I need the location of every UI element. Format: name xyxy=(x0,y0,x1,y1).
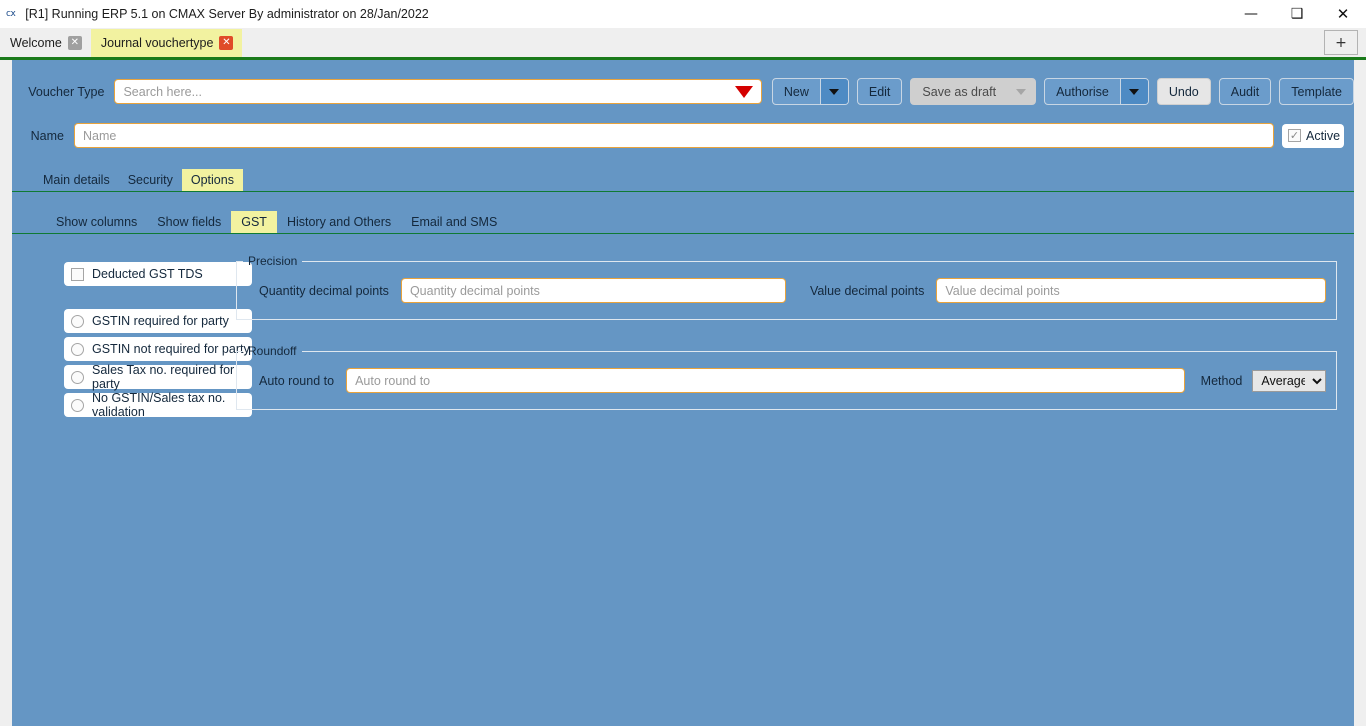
no-validation-label: No GSTIN/Sales tax no. validation xyxy=(92,391,226,419)
radio-icon[interactable] xyxy=(71,398,84,412)
roundoff-legend: Roundoff xyxy=(248,344,297,358)
minimize-icon[interactable]: — xyxy=(1228,0,1274,28)
active-toggle[interactable]: ✓ Active xyxy=(1282,123,1344,148)
edit-button-label: Edit xyxy=(868,84,891,99)
gstin-required-label: GSTIN required for party xyxy=(92,314,229,328)
save-as-draft-dropdown-toggle xyxy=(1007,79,1036,104)
edit-button[interactable]: Edit xyxy=(856,78,903,105)
authorise-button-label: Authorise xyxy=(1056,84,1109,99)
precision-fieldset: Precision Quantity decimal points Value … xyxy=(236,254,1338,320)
tab-show-columns[interactable]: Show columns xyxy=(46,211,147,234)
gst-fieldsets: Precision Quantity decimal points Value … xyxy=(236,254,1351,434)
primary-tabs: Main details Security Options xyxy=(12,164,1354,192)
new-button[interactable]: New xyxy=(771,78,849,105)
undo-button[interactable]: Undo xyxy=(1156,78,1211,105)
tab-journal-vouchertype-close-icon[interactable]: ✕ xyxy=(219,36,234,50)
chevron-down-icon xyxy=(1129,88,1140,95)
name-label: Name xyxy=(30,128,64,143)
sales-tax-required-label: Sales Tax no. required for party xyxy=(92,363,235,391)
secondary-tabs: Show columns Show fields GST History and… xyxy=(12,206,1354,234)
auto-round-to-input[interactable] xyxy=(347,373,1184,388)
gstin-not-required-label: GSTIN not required for party xyxy=(92,342,250,356)
radio-icon[interactable] xyxy=(71,370,84,384)
deducted-gst-tds-label: Deducted GST TDS xyxy=(92,267,203,281)
no-validation-option[interactable]: No GSTIN/Sales tax no. validation xyxy=(64,391,252,419)
gstin-not-required-option[interactable]: GSTIN not required for party xyxy=(64,337,252,361)
roundoff-row: Auto round to Method Average xyxy=(237,358,1336,393)
chevron-down-icon xyxy=(829,88,840,95)
tab-journal-vouchertype[interactable]: Journal vouchertype ✕ xyxy=(90,29,243,57)
active-checkbox-icon[interactable]: ✓ xyxy=(1288,129,1301,142)
radio-icon[interactable] xyxy=(71,314,84,328)
method-label: Method xyxy=(1200,373,1243,388)
tab-welcome[interactable]: Welcome ✕ xyxy=(0,29,91,57)
application-body: Voucher Type New Edit Save as draft xyxy=(0,60,1366,726)
gst-tab-content: Deducted GST TDS GSTIN required for part… xyxy=(12,234,1354,434)
precision-row: Quantity decimal points Value decimal po… xyxy=(237,268,1336,303)
voucher-type-search-input[interactable] xyxy=(115,84,761,99)
active-label: Active xyxy=(1306,128,1341,143)
tab-security[interactable]: Security xyxy=(119,169,182,192)
quantity-decimal-points-label: Quantity decimal points xyxy=(259,283,389,298)
window-title: [R1] Running ERP 5.1 on CMAX Server By a… xyxy=(25,7,429,21)
tab-email-and-sms[interactable]: Email and SMS xyxy=(401,211,507,234)
template-button-label: Template xyxy=(1291,84,1342,99)
save-as-draft-button: Save as draft xyxy=(910,78,1037,105)
app-logo-icon: cx xyxy=(6,9,16,19)
new-button-label: New xyxy=(783,84,809,99)
sales-tax-required-option[interactable]: Sales Tax no. required for party xyxy=(64,363,252,391)
chevron-down-icon xyxy=(1016,88,1027,95)
name-input[interactable] xyxy=(75,128,1273,143)
radio-icon[interactable] xyxy=(71,342,84,356)
window-titlebar: cx [R1] Running ERP 5.1 on CMAX Server B… xyxy=(0,0,1366,28)
maximize-restore-icon[interactable]: ❑ xyxy=(1274,0,1320,28)
authorise-dropdown-toggle[interactable] xyxy=(1119,79,1148,104)
new-tab-button[interactable]: + xyxy=(1324,30,1358,55)
undo-button-label: Undo xyxy=(1168,84,1199,99)
tab-show-fields[interactable]: Show fields xyxy=(147,211,231,234)
audit-button-label: Audit xyxy=(1230,84,1260,99)
record-toolbar: New Edit Save as draft Authorise Undo Au… xyxy=(771,78,1354,105)
precision-legend: Precision xyxy=(248,254,298,268)
window-controls: — ❑ ✕ xyxy=(1228,0,1366,28)
name-field-box[interactable] xyxy=(74,123,1274,148)
template-button[interactable]: Template xyxy=(1279,78,1354,105)
method-select[interactable]: Average xyxy=(1252,369,1327,392)
tab-journal-vouchertype-label: Journal vouchertype xyxy=(100,36,214,50)
new-dropdown-toggle[interactable] xyxy=(819,79,848,104)
roundoff-fieldset: Roundoff Auto round to Method Average xyxy=(236,344,1338,410)
checkbox-icon[interactable] xyxy=(71,267,84,281)
voucher-type-search-box[interactable] xyxy=(114,79,762,104)
gst-options-column: Deducted GST TDS GSTIN required for part… xyxy=(24,254,252,434)
tab-gst[interactable]: GST xyxy=(231,210,277,233)
quantity-decimal-points-input[interactable] xyxy=(401,283,785,298)
authorise-button[interactable]: Authorise xyxy=(1044,78,1149,105)
voucher-type-label: Voucher Type xyxy=(28,84,105,99)
tab-options[interactable]: Options xyxy=(181,168,243,191)
deducted-gst-tds-option[interactable]: Deducted GST TDS xyxy=(64,262,252,286)
form-panel: Voucher Type New Edit Save as draft xyxy=(12,60,1354,726)
red-caret-down-icon[interactable] xyxy=(734,85,753,98)
name-row: Name ✓ Active xyxy=(12,123,1354,148)
auto-round-to-label: Auto round to xyxy=(259,373,335,388)
tab-main-details[interactable]: Main details xyxy=(34,169,119,192)
value-decimal-points-label: Value decimal points xyxy=(809,283,925,298)
quantity-decimal-points-box[interactable] xyxy=(400,278,786,303)
value-decimal-points-box[interactable] xyxy=(936,278,1327,303)
auto-round-to-box[interactable] xyxy=(346,368,1185,393)
tab-welcome-close-icon[interactable]: ✕ xyxy=(67,36,82,50)
tab-history-and-others[interactable]: History and Others xyxy=(277,211,401,234)
gstin-required-option[interactable]: GSTIN required for party xyxy=(64,309,252,333)
save-as-draft-button-label: Save as draft xyxy=(922,84,997,99)
audit-button[interactable]: Audit xyxy=(1218,78,1272,105)
value-decimal-points-input[interactable] xyxy=(937,283,1326,298)
close-icon[interactable]: ✕ xyxy=(1320,0,1366,28)
tab-welcome-label: Welcome xyxy=(10,36,62,50)
document-tabstrip: Welcome ✕ Journal vouchertype ✕ + xyxy=(0,28,1366,60)
voucher-type-row: Voucher Type New Edit Save as draft xyxy=(12,60,1354,105)
